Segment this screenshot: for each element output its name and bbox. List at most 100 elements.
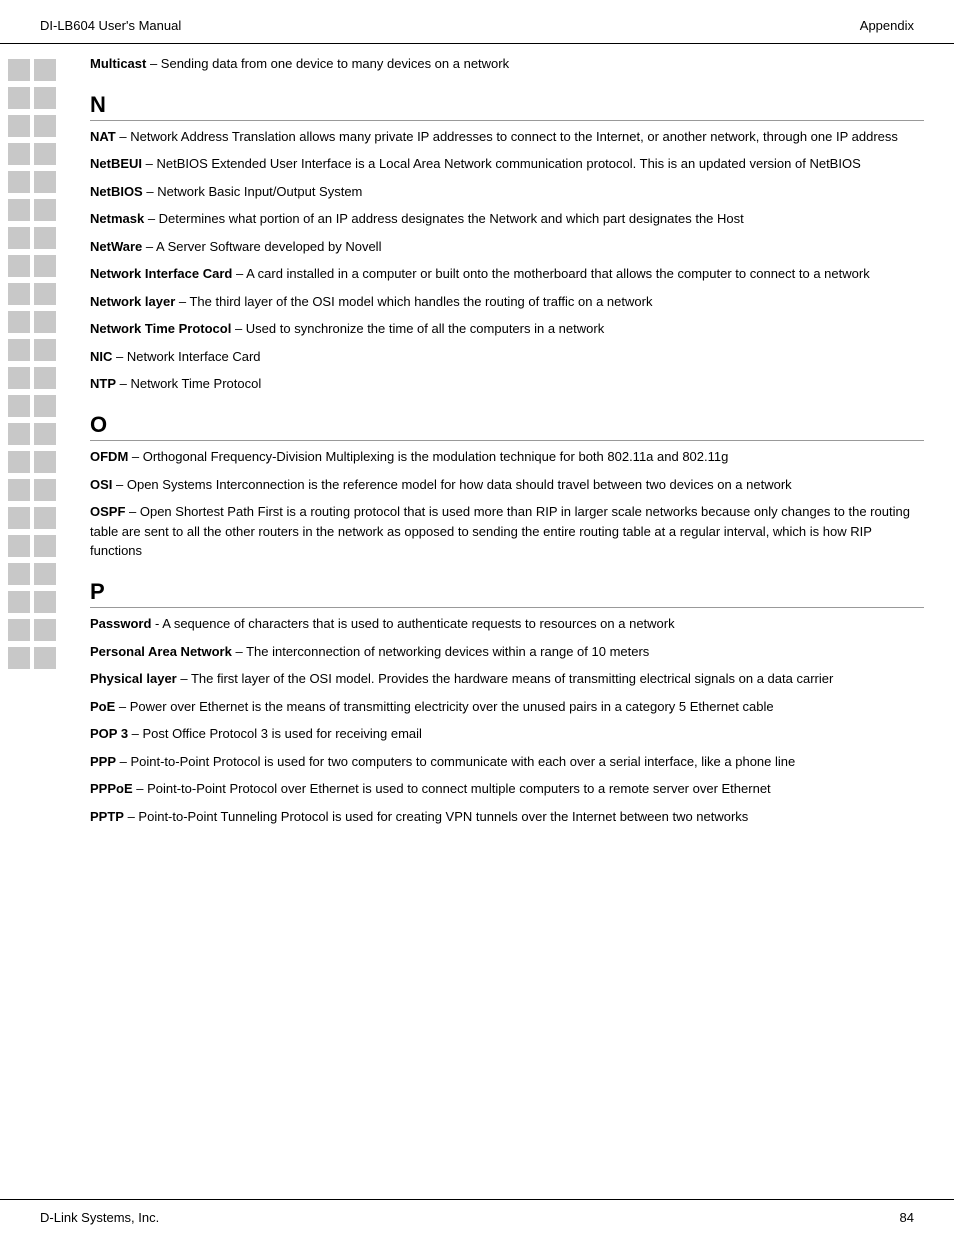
- sidebar: [0, 54, 80, 1199]
- entry-definition: – A Server Software developed by Novell: [142, 239, 381, 254]
- page: DI-LB604 User's Manual Appendix Multicas…: [0, 0, 954, 1235]
- content-area: Multicast – Sending data from one device…: [0, 44, 954, 1199]
- sidebar-block: [0, 283, 80, 305]
- sidebar-square-right: [34, 619, 56, 641]
- sidebar-square-right: [34, 535, 56, 557]
- sidebar-block: [0, 563, 80, 585]
- glossary-entry: PPP – Point-to-Point Protocol is used fo…: [90, 752, 924, 772]
- glossary-entry: Netmask – Determines what portion of an …: [90, 209, 924, 229]
- glossary-entry: NetBIOS – Network Basic Input/Output Sys…: [90, 182, 924, 202]
- entry-term: OSI: [90, 477, 112, 492]
- entry-definition: – Open Systems Interconnection is the re…: [112, 477, 791, 492]
- sidebar-square-left: [8, 171, 30, 193]
- main-content: Multicast – Sending data from one device…: [80, 54, 954, 1199]
- section-o: O OFDM – Orthogonal Frequency-Division Mu…: [90, 412, 924, 561]
- multicast-def: – Sending data from one device to many d…: [146, 56, 509, 71]
- entry-definition: – Orthogonal Frequency-Division Multiple…: [128, 449, 728, 464]
- sidebar-square-right: [34, 339, 56, 361]
- entry-term: Netmask: [90, 211, 144, 226]
- sidebar-block: [0, 395, 80, 417]
- section-letter: N: [90, 92, 106, 117]
- sidebar-block: [0, 507, 80, 529]
- entry-definition: – Power over Ethernet is the means of tr…: [115, 699, 773, 714]
- glossary-entry: NTP – Network Time Protocol: [90, 374, 924, 394]
- entry-definition: – Point-to-Point Tunneling Protocol is u…: [124, 809, 748, 824]
- entry-definition: – The third layer of the OSI model which…: [175, 294, 652, 309]
- glossary-entry: Password - A sequence of characters that…: [90, 614, 924, 634]
- entry-term: PPPoE: [90, 781, 133, 796]
- glossary-entry: OSPF – Open Shortest Path First is a rou…: [90, 502, 924, 561]
- sidebar-square-right: [34, 283, 56, 305]
- entry-term: Network layer: [90, 294, 175, 309]
- sidebar-square-left: [8, 339, 30, 361]
- sidebar-square-right: [34, 479, 56, 501]
- sidebar-square-right: [34, 87, 56, 109]
- sidebar-block: [0, 311, 80, 333]
- sidebar-block: [0, 591, 80, 613]
- sidebar-square-left: [8, 227, 30, 249]
- sidebar-square-left: [8, 367, 30, 389]
- sidebar-square-right: [34, 451, 56, 473]
- entry-term: Network Interface Card: [90, 266, 232, 281]
- sidebar-block: [0, 423, 80, 445]
- entry-term: POP 3: [90, 726, 128, 741]
- section-header-o: O: [90, 412, 924, 441]
- sidebar-square-right: [34, 647, 56, 669]
- glossary-entry: Physical layer – The first layer of the …: [90, 669, 924, 689]
- glossary-entry: Network Time Protocol – Used to synchron…: [90, 319, 924, 339]
- entry-definition: – The interconnection of networking devi…: [232, 644, 649, 659]
- glossary-entry: OFDM – Orthogonal Frequency-Division Mul…: [90, 447, 924, 467]
- sidebar-square-right: [34, 591, 56, 613]
- sidebar-square-left: [8, 591, 30, 613]
- glossary-entry: PPPoE – Point-to-Point Protocol over Eth…: [90, 779, 924, 799]
- sidebar-square-right: [34, 227, 56, 249]
- entry-definition: – Network Time Protocol: [116, 376, 261, 391]
- sidebar-square-left: [8, 199, 30, 221]
- sidebar-block: [0, 115, 80, 137]
- entry-definition: – Post Office Protocol 3 is used for rec…: [128, 726, 422, 741]
- glossary-entry: PPTP – Point-to-Point Tunneling Protocol…: [90, 807, 924, 827]
- sidebar-square-left: [8, 143, 30, 165]
- section-letter: O: [90, 412, 107, 437]
- sidebar-block: [0, 619, 80, 641]
- entry-definition: – Network Address Translation allows man…: [116, 129, 898, 144]
- glossary-entry: POP 3 – Post Office Protocol 3 is used f…: [90, 724, 924, 744]
- entry-term: OFDM: [90, 449, 128, 464]
- sidebar-block: [0, 367, 80, 389]
- sidebar-square-left: [8, 395, 30, 417]
- entry-term: NetBEUI: [90, 156, 142, 171]
- sidebar-block: [0, 339, 80, 361]
- header-right: Appendix: [860, 18, 914, 33]
- footer: D-Link Systems, Inc. 84: [0, 1199, 954, 1235]
- sidebar-square-left: [8, 507, 30, 529]
- glossary-entry: NetBEUI – NetBIOS Extended User Interfac…: [90, 154, 924, 174]
- sidebar-square-right: [34, 255, 56, 277]
- sidebar-square-right: [34, 423, 56, 445]
- sidebar-square-right: [34, 143, 56, 165]
- entry-term: Personal Area Network: [90, 644, 232, 659]
- entry-term: NetBIOS: [90, 184, 143, 199]
- sidebar-square-right: [34, 171, 56, 193]
- sidebar-block: [0, 255, 80, 277]
- section-n: NNAT – Network Address Translation allow…: [90, 92, 924, 394]
- glossary-entry: NetWare – A Server Software developed by…: [90, 237, 924, 257]
- sidebar-block: [0, 143, 80, 165]
- entry-term: Network Time Protocol: [90, 321, 231, 336]
- section-header-n: N: [90, 92, 924, 121]
- entry-term: Password: [90, 616, 151, 631]
- sidebar-block: [0, 227, 80, 249]
- multicast-term: Multicast: [90, 56, 146, 71]
- sidebar-square-right: [34, 199, 56, 221]
- glossary-entry: NIC – Network Interface Card: [90, 347, 924, 367]
- multicast-entry: Multicast – Sending data from one device…: [90, 54, 924, 74]
- sidebar-block: [0, 647, 80, 669]
- sidebar-square-left: [8, 255, 30, 277]
- sidebar-square-right: [34, 507, 56, 529]
- entry-definition: – Point-to-Point Protocol over Ethernet …: [133, 781, 771, 796]
- section-letter: P: [90, 579, 105, 604]
- glossary-entry: Personal Area Network – The interconnect…: [90, 642, 924, 662]
- entry-definition: – Used to synchronize the time of all th…: [231, 321, 604, 336]
- sidebar-square-left: [8, 59, 30, 81]
- sidebar-square-left: [8, 311, 30, 333]
- entry-term: NetWare: [90, 239, 142, 254]
